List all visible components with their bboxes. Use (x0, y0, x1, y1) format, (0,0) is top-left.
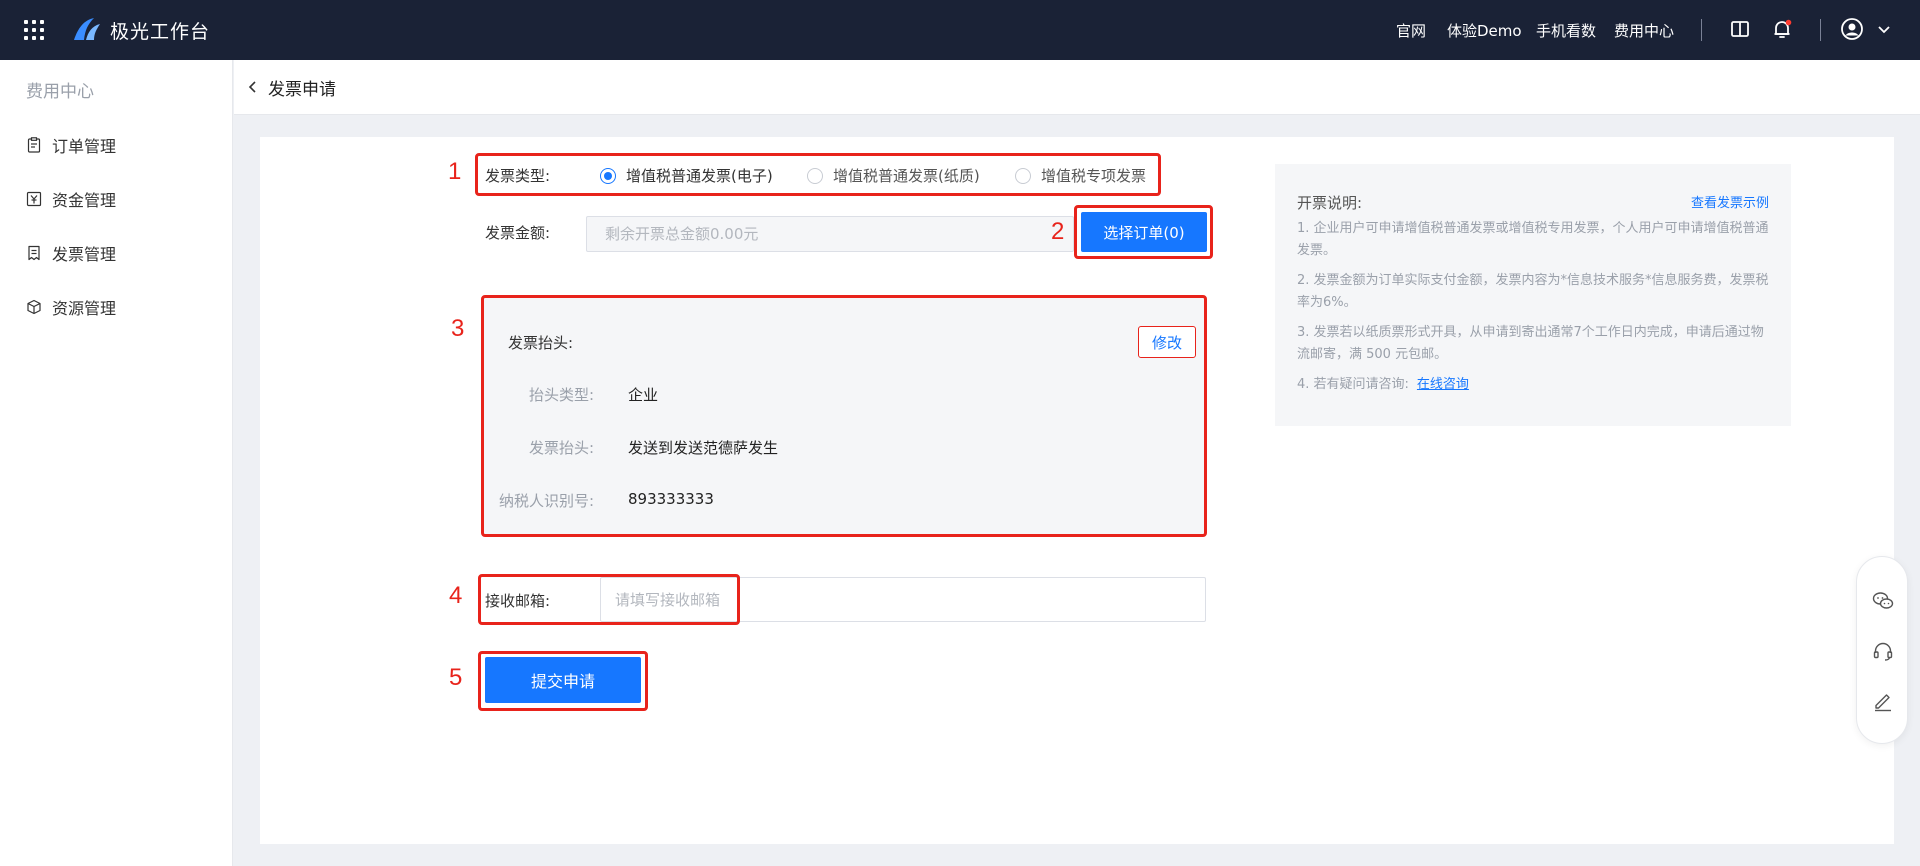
top-bar: 极光工作台 官网 体验Demo 手机看数 费用中心 (0, 0, 1920, 60)
annotation-number: 2 (1051, 218, 1065, 245)
radio-label: 增值税普通发票(纸质) (833, 167, 980, 185)
note-item: 1. 企业用户可申请增值税普通发票或增值税专用发票，个人用户可申请增值税普通发票… (1297, 221, 1769, 258)
nav-official-site[interactable]: 官网 (1396, 20, 1426, 41)
chevron-down-icon[interactable] (1872, 17, 1896, 41)
headset-icon[interactable] (1871, 639, 1895, 663)
annotation-number: 4 (449, 582, 463, 609)
page-header: 发票申请 (234, 60, 1920, 115)
radio-checked[interactable] (600, 167, 616, 184)
invoice-type-label: 发票类型: (485, 167, 551, 185)
note-item: 2. 发票金额为订单实际支付金额，发票内容为*信息技术服务*信息服务费，发票税率… (1297, 273, 1769, 310)
page-title: 发票申请 (268, 80, 336, 100)
notes-title: 开票说明: (1297, 194, 1363, 212)
annotation-number: 1 (448, 158, 462, 185)
sidebar-item-label: 资源管理 (52, 299, 117, 318)
note-text: 4. 若有疑问请咨询: (1297, 377, 1409, 392)
invoice-amount-label: 发票金额: (485, 224, 551, 242)
floating-toolbar (1856, 556, 1908, 744)
radio-unchecked[interactable] (807, 167, 823, 184)
nav-demo[interactable]: 体验Demo (1447, 20, 1522, 41)
radio-electronic-invoice[interactable]: 增值税普通发票(电子) (600, 165, 773, 186)
book-icon[interactable] (1728, 17, 1752, 41)
radio-unchecked[interactable] (1015, 167, 1031, 184)
select-order-button[interactable]: 选择订单(0) (1081, 212, 1207, 252)
radio-special-invoice[interactable]: 增值税专项发票 (1015, 165, 1146, 186)
divider (1820, 19, 1821, 41)
cube-icon (27, 299, 41, 315)
nav-billing-center[interactable]: 费用中心 (1614, 20, 1674, 41)
receipt-icon (28, 245, 40, 261)
online-consult-link[interactable]: 在线咨询 (1417, 377, 1469, 392)
view-example-link[interactable]: 查看发票示例 (1691, 192, 1769, 211)
annotation-box (481, 295, 1207, 537)
logo-icon (74, 18, 100, 40)
annotation-number: 3 (451, 315, 465, 342)
radio-label: 增值税专项发票 (1041, 167, 1147, 185)
sidebar-item-label: 资金管理 (52, 191, 117, 210)
app-grid-icon[interactable] (24, 20, 44, 40)
user-avatar-icon[interactable] (1840, 17, 1864, 41)
sidebar: 费用中心 订单管理 资金管理 发票管理 资源管理 (0, 60, 233, 866)
invoice-notes-panel: 开票说明: 查看发票示例 1. 企业用户可申请增值税普通发票或增值税专用发票，个… (1275, 164, 1791, 426)
radio-paper-invoice[interactable]: 增值税普通发票(纸质) (807, 165, 980, 186)
sidebar-item-resources[interactable]: 资源管理 (26, 295, 116, 319)
annotation-number: 5 (449, 664, 463, 691)
sidebar-item-funds[interactable]: 资金管理 (26, 187, 116, 211)
invoice-amount-field: 剩余开票总金额0.00元 (586, 216, 1074, 252)
app-title: 极光工作台 (110, 21, 211, 43)
back-chevron-icon[interactable] (246, 79, 260, 95)
note-item: 3. 发票若以纸质票形式开具，从申请到寄出通常7个工作日内完成，申请后通过物流邮… (1297, 325, 1764, 362)
nav-mobile-data[interactable]: 手机看数 (1536, 20, 1596, 41)
sidebar-title: 费用中心 (26, 82, 94, 102)
sidebar-item-orders[interactable]: 订单管理 (26, 133, 116, 157)
clipboard-icon (27, 137, 41, 153)
edit-pencil-icon[interactable] (1871, 689, 1895, 713)
bell-icon[interactable] (1770, 17, 1794, 41)
sidebar-item-invoices[interactable]: 发票管理 (26, 241, 116, 265)
sidebar-item-label: 订单管理 (52, 137, 117, 156)
yen-icon (26, 191, 42, 207)
submit-button[interactable]: 提交申请 (485, 657, 641, 703)
annotation-box (478, 574, 740, 625)
sidebar-item-label: 发票管理 (52, 245, 117, 264)
radio-label: 增值税普通发票(电子) (626, 167, 773, 185)
wechat-icon[interactable] (1871, 589, 1895, 613)
note-item: 4. 若有疑问请咨询: 在线咨询 (1297, 374, 1771, 396)
divider (1701, 19, 1702, 41)
